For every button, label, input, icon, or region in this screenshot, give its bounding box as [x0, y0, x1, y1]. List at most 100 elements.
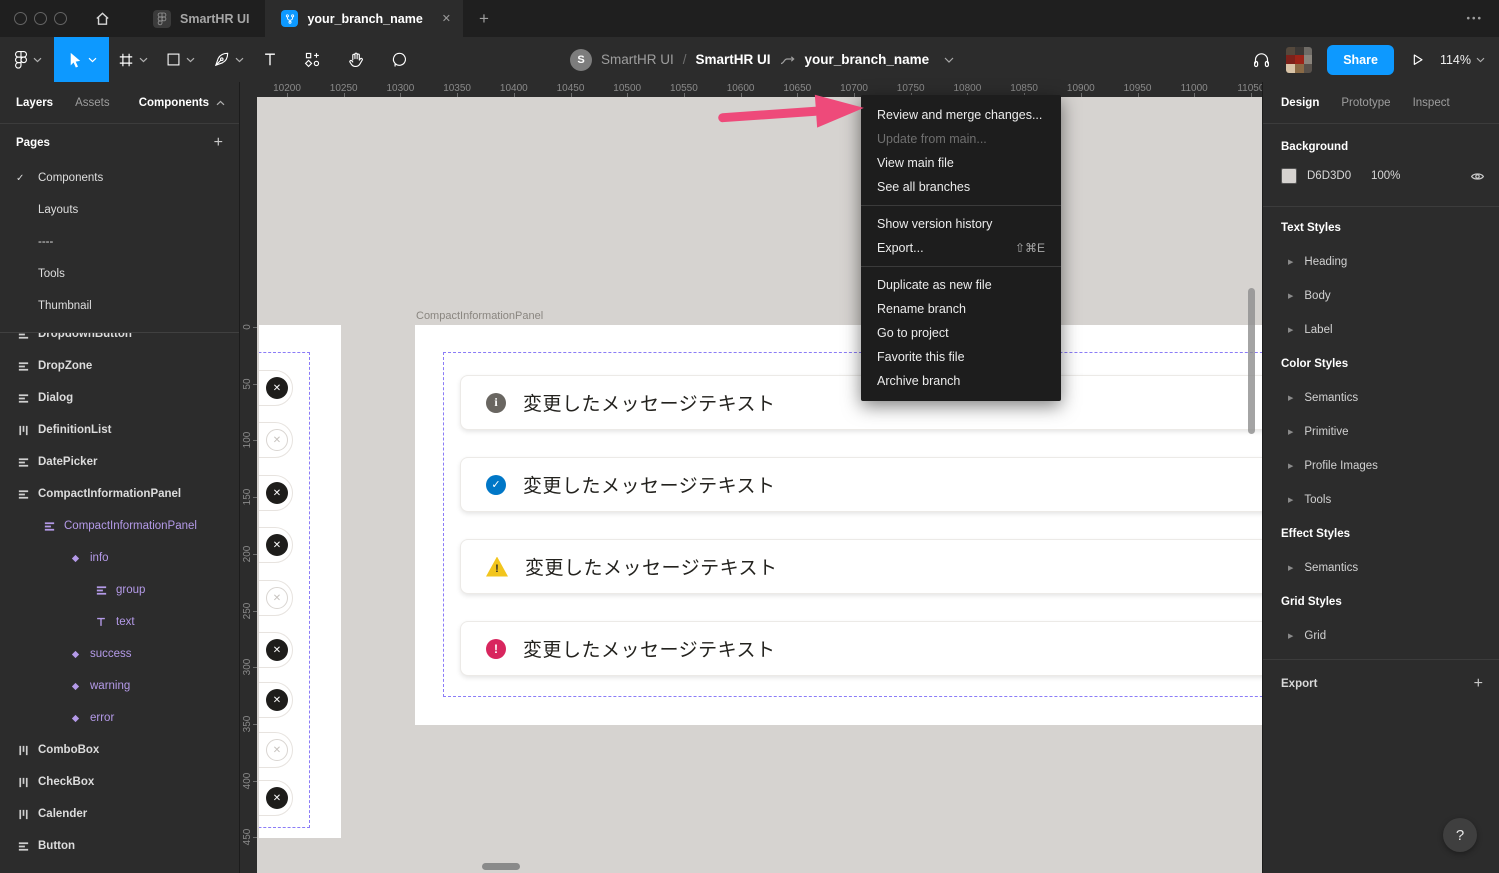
breadcrumb-file[interactable]: SmartHR UI — [696, 52, 771, 67]
style-item[interactable]: ▶Profile Images — [1263, 449, 1499, 483]
zoom-control[interactable]: 114% — [1440, 53, 1485, 67]
visibility-eye-icon[interactable] — [1470, 170, 1485, 183]
style-item[interactable]: ▶Semantics — [1263, 381, 1499, 415]
style-item[interactable]: ▶Grid — [1263, 619, 1499, 653]
menu-item[interactable]: Favorite this file — [861, 345, 1061, 369]
layer-row[interactable]: DefinitionList — [0, 414, 239, 446]
color-swatch[interactable] — [1281, 168, 1297, 184]
close-window-icon[interactable] — [14, 12, 27, 25]
message-card-warning[interactable]: !変更したメッセージテキスト — [460, 539, 1262, 594]
tab-prototype[interactable]: Prototype — [1341, 97, 1390, 109]
message-card-error[interactable]: !変更したメッセージテキスト — [460, 621, 1262, 676]
tab-assets[interactable]: Assets — [75, 97, 110, 109]
layer-row[interactable]: group — [0, 574, 239, 606]
page-item[interactable]: Thumbnail — [0, 290, 239, 322]
layer-row[interactable]: CheckBox — [0, 766, 239, 798]
layer-row[interactable]: error — [0, 702, 239, 734]
home-button[interactable] — [85, 0, 119, 37]
layer-row[interactable]: Calender — [0, 798, 239, 830]
layer-row[interactable]: CompactInformationPanel — [0, 478, 239, 510]
text-tool-button[interactable] — [253, 37, 287, 82]
help-button[interactable]: ? — [1443, 818, 1477, 852]
menu-item[interactable]: Duplicate as new file — [861, 273, 1061, 297]
frame-partial-left[interactable]: ✕✕✕✕✕✕✕✕✕ — [259, 325, 341, 838]
comment-tool-button[interactable] — [382, 37, 417, 82]
layer-row[interactable]: DropZone — [0, 350, 239, 382]
user-avatar[interactable] — [1286, 47, 1312, 73]
background-opacity[interactable]: 100% — [1371, 170, 1400, 182]
zoom-window-icon[interactable] — [54, 12, 67, 25]
tab-smarthr-ui[interactable]: SmartHR UI — [137, 0, 265, 37]
ruler-label: 11050 — [1237, 83, 1262, 94]
avatar-pixel — [1304, 47, 1313, 56]
layer-row[interactable]: Dialog — [0, 382, 239, 414]
menu-item[interactable]: Export...⇧⌘E — [861, 236, 1061, 260]
style-item[interactable]: ▶Primitive — [1263, 415, 1499, 449]
present-play-icon[interactable] — [1409, 51, 1425, 68]
add-export-button[interactable]: + — [1474, 675, 1483, 693]
menu-item[interactable]: View main file — [861, 151, 1061, 175]
breadcrumb-team[interactable]: SmartHR UI — [601, 52, 674, 67]
layer-row[interactable]: CompactInformationPanel — [0, 510, 239, 542]
layer-label: info — [90, 552, 109, 564]
tab-components[interactable]: Components — [139, 97, 225, 109]
layer-row[interactable]: DropdownButton — [0, 333, 239, 350]
style-item[interactable]: ▶Body — [1263, 279, 1499, 313]
minimize-window-icon[interactable] — [34, 12, 47, 25]
style-item[interactable]: ▶Label — [1263, 313, 1499, 347]
move-tool-button[interactable] — [54, 37, 109, 82]
frame-title[interactable]: CompactInformationPanel — [416, 310, 543, 322]
menu-item[interactable]: Rename branch — [861, 297, 1061, 321]
layer-row[interactable]: DatePicker — [0, 446, 239, 478]
team-avatar[interactable]: S — [570, 49, 592, 71]
menu-item[interactable]: Review and merge changes... — [861, 103, 1061, 127]
ruler-tick — [253, 724, 257, 725]
ruler-tick — [457, 93, 458, 97]
vertical-scrollbar[interactable] — [1248, 288, 1255, 434]
frame-tool-button[interactable] — [109, 37, 157, 82]
main-menu-button[interactable] — [0, 37, 54, 82]
layer-row[interactable]: Button — [0, 830, 239, 862]
menu-item[interactable]: Show version history — [861, 212, 1061, 236]
tab-layers[interactable]: Layers — [16, 97, 53, 109]
page-item[interactable]: ---- — [0, 226, 239, 258]
page-item[interactable]: Layouts — [0, 194, 239, 226]
tab-your-branch-name[interactable]: your_branch_name ✕ — [265, 0, 463, 37]
pen-tool-button[interactable] — [204, 37, 253, 82]
shape-tool-button[interactable] — [157, 37, 204, 82]
chevron-down-icon[interactable] — [944, 57, 954, 63]
audio-headphones-icon[interactable] — [1252, 50, 1271, 69]
menu-item[interactable]: See all branches — [861, 175, 1061, 199]
layer-row[interactable]: info — [0, 542, 239, 574]
page-item[interactable]: Tools — [0, 258, 239, 290]
share-button[interactable]: Share — [1327, 45, 1394, 75]
page-item[interactable]: ✓Components — [0, 162, 239, 194]
close-tab-icon[interactable]: ✕ — [442, 12, 451, 25]
background-hex[interactable]: D6D3D0 — [1307, 170, 1371, 182]
tab-design[interactable]: Design — [1281, 97, 1319, 109]
ruler-left[interactable]: 050100150200250300350400450 — [240, 82, 257, 873]
layer-row[interactable]: text — [0, 606, 239, 638]
traffic-lights[interactable] — [0, 12, 85, 25]
style-item[interactable]: ▶Tools — [1263, 483, 1499, 517]
new-tab-button[interactable]: + — [479, 9, 489, 29]
tab-inspect[interactable]: Inspect — [1413, 97, 1450, 109]
breadcrumb-branch[interactable]: your_branch_name — [805, 52, 930, 67]
horizontal-scrollbar[interactable] — [482, 863, 520, 870]
canvas[interactable]: ✕✕✕✕✕✕✕✕✕ CompactInformationPanel i変更したメ… — [240, 82, 1262, 873]
window-more-icon[interactable]: ••• — [1466, 13, 1483, 24]
layer-row[interactable]: success — [0, 638, 239, 670]
menu-item[interactable]: Go to project — [861, 321, 1061, 345]
style-item[interactable]: ▶Semantics — [1263, 551, 1499, 585]
add-page-button[interactable]: + — [214, 134, 223, 152]
layer-row[interactable]: ComboBox — [0, 734, 239, 766]
hand-tool-button[interactable] — [338, 37, 374, 82]
resources-tool-button[interactable] — [295, 37, 330, 82]
menu-item[interactable]: Archive branch — [861, 369, 1061, 393]
frame-compact-information-panel[interactable]: i変更したメッセージテキスト✓変更したメッセージテキスト!変更したメッセージテキ… — [415, 325, 1262, 725]
layer-row[interactable]: warning — [0, 670, 239, 702]
message-card-success[interactable]: ✓変更したメッセージテキスト — [460, 457, 1262, 512]
style-item[interactable]: ▶Heading — [1263, 245, 1499, 279]
background-section: Background D6D3D0 100% — [1263, 124, 1499, 207]
vlayout-icon — [16, 839, 30, 853]
